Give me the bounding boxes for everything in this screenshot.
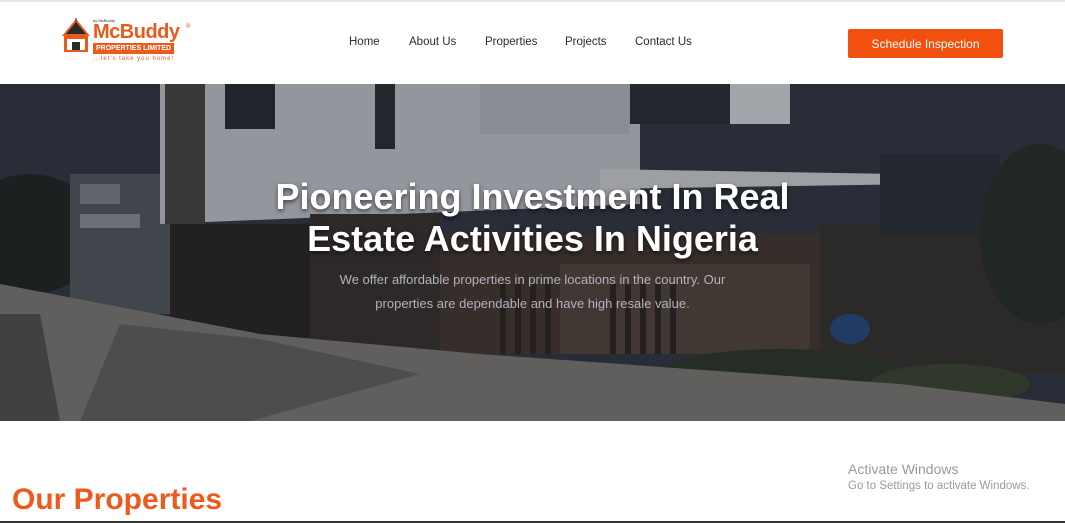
windows-activation-watermark: Activate Windows Go to Settings to activ… xyxy=(848,460,1030,494)
nav-home[interactable]: Home xyxy=(349,36,380,48)
watermark-line2: Go to Settings to activate Windows. xyxy=(848,480,1030,492)
hero-description-line1: We offer affordable properties in prime … xyxy=(339,272,726,287)
site-header: by McBuddy McBuddy ® PROPERTIES LIMITED … xyxy=(0,2,1065,84)
schedule-inspection-button[interactable]: Schedule Inspection xyxy=(848,29,1003,58)
logo-reg-mark: ® xyxy=(186,24,191,30)
logo-brand: McBuddy xyxy=(93,21,180,43)
hero-description-line2: properties are dependable and have high … xyxy=(375,296,690,311)
hero-title-line2: Estate Activities In Nigeria xyxy=(307,218,758,259)
nav-projects[interactable]: Projects xyxy=(565,36,607,48)
hero-banner: Pioneering Investment In Real Estate Act… xyxy=(0,84,1065,421)
nav-contact-us[interactable]: Contact Us xyxy=(635,36,692,48)
logo-tagline: ...let's take you home! xyxy=(93,56,175,62)
section-title-our-properties: Our Properties xyxy=(12,483,223,516)
nav-properties[interactable]: Properties xyxy=(485,36,537,48)
logo-subtitle: PROPERTIES LIMITED xyxy=(93,43,175,54)
hero-title-line1: Pioneering Investment In Real xyxy=(275,176,790,217)
nav-about-us[interactable]: About Us xyxy=(409,36,456,48)
watermark-line1: Activate Windows xyxy=(848,461,959,477)
logo[interactable]: by McBuddy McBuddy ® PROPERTIES LIMITED … xyxy=(60,16,200,68)
hero-title: Pioneering Investment In Real Estate Act… xyxy=(200,176,865,260)
hero-description: We offer affordable properties in prime … xyxy=(300,268,765,316)
house-logo-icon xyxy=(62,18,90,52)
